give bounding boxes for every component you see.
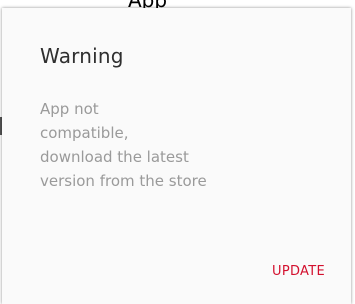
update-button[interactable]: UPDATE [270, 260, 327, 283]
warning-dialog: Warning App not compatible, download the… [2, 8, 351, 304]
dialog-message: App not compatible, download the latest … [40, 100, 207, 190]
dialog-title: Warning [40, 44, 124, 68]
